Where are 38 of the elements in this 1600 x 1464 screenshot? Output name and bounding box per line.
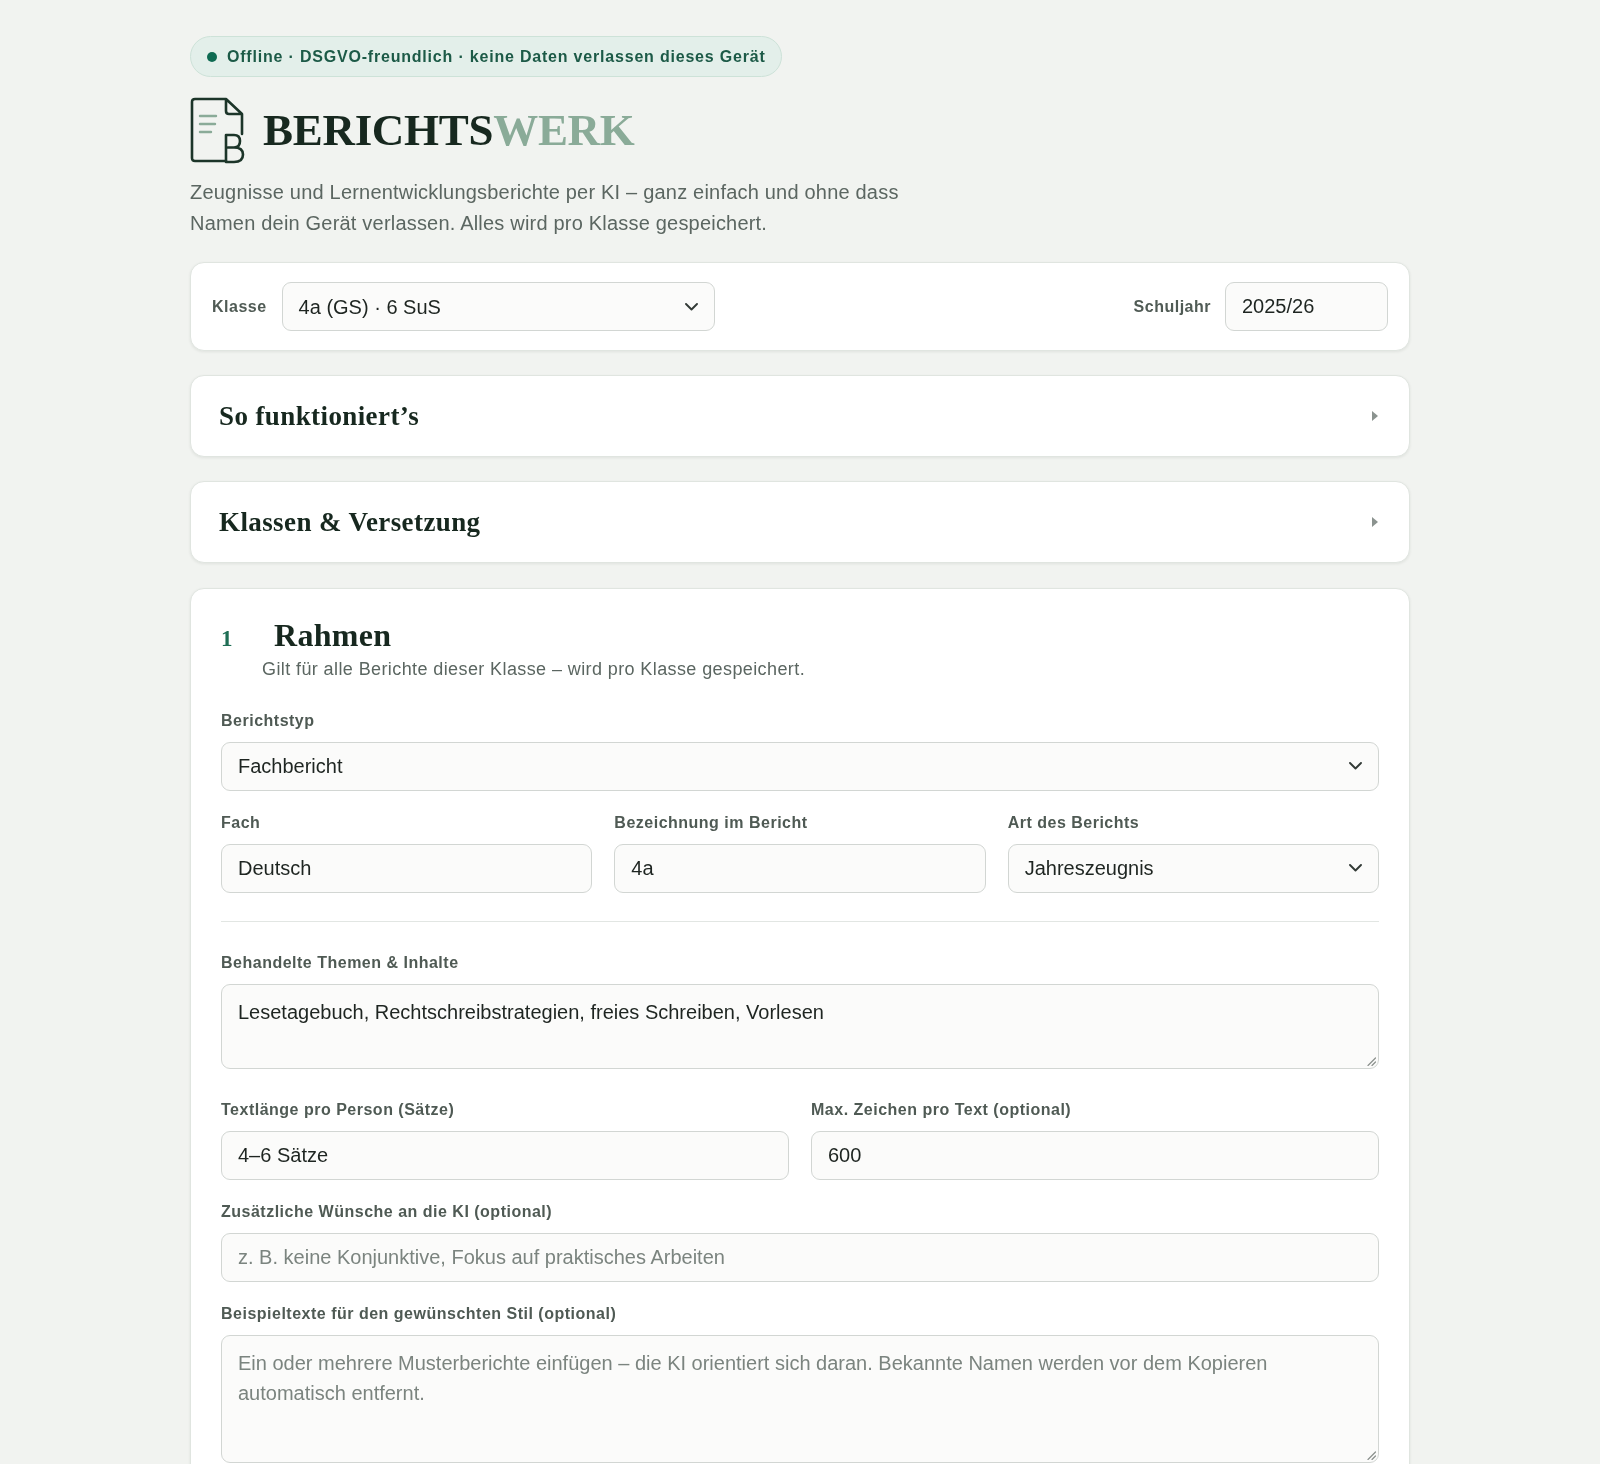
- text-area[interactable]: Ein oder mehrere Musterberichte einfügen – die KI orientiert sich daran. Bekannte Namen werden vor dem Kopieren automatisch entfernt.: [221, 1334, 1379, 1463]
- field-label: Fach: [221, 812, 262, 833]
- step-title: Rahmen: [274, 616, 392, 654]
- field-label: Textlänge pro Person (Sätze): [221, 1099, 456, 1120]
- field-label: Beispieltexte für den gewünschten Stil (optional): [221, 1303, 618, 1324]
- chevron-down-icon: [1349, 762, 1362, 770]
- text-area[interactable]: Lesetagebuch, Rechtschreibstrategien, freies Schreiben, Vorlesen: [221, 983, 1379, 1069]
- app-title: BERICHTSWERK: [263, 108, 635, 153]
- document-logo-icon: [190, 97, 245, 164]
- text-input[interactable]: 600: [811, 1130, 1379, 1180]
- tagline: Zeugnisse und Lernentwicklungsberichte per KI – ganz einfach und ohne dass Namen dein Gerät verlassen. Alles wird pro Klasse gespeichert.: [190, 180, 900, 236]
- status-text: Offline · DSGVO-freundlich · keine Daten verlassen dieses Gerät: [227, 46, 766, 67]
- field-label: Zusätzliche Wünsche an die KI (optional): [221, 1201, 554, 1222]
- school-year-label: Schuljahr: [1133, 296, 1211, 317]
- text-input[interactable]: Deutsch: [221, 843, 593, 893]
- field-label: Max. Zeichen pro Text (optional): [811, 1099, 1073, 1120]
- resize-handle-icon[interactable]: [1367, 1056, 1376, 1066]
- accordion-header[interactable]: Klassen & Versetzung: [190, 481, 1410, 563]
- text-input[interactable]: z. B. keine Konjunktive, Fokus auf praktisches Arbeiten: [221, 1232, 1379, 1282]
- caret-right-icon: [1371, 410, 1379, 422]
- caret-right-icon: [1371, 516, 1379, 528]
- field-label: Bezeichnung im Bericht: [614, 812, 809, 833]
- field-label: Art des Berichts: [1007, 812, 1141, 833]
- class-label: Klasse: [212, 296, 267, 317]
- chevron-down-icon: [684, 302, 698, 311]
- dropdown[interactable]: Jahreszeugnis: [1007, 843, 1379, 893]
- field-label: Behandelte Themen & Inhalte: [221, 952, 460, 973]
- chevron-down-icon: [1349, 864, 1362, 872]
- field-label: Berichtstyp: [221, 710, 316, 731]
- class-dropdown[interactable]: 4a (GS) · 6 SuS: [281, 282, 715, 331]
- step-description: Gilt für alle Berichte dieser Klasse – wird pro Klasse gespeichert.: [262, 657, 807, 681]
- text-input[interactable]: 4–6 Sätze: [221, 1130, 789, 1180]
- text-input[interactable]: 4a: [614, 843, 986, 893]
- accordion-header[interactable]: So funktioniert’s: [190, 375, 1410, 457]
- school-year-input[interactable]: 2025/26: [1225, 282, 1388, 331]
- dropdown[interactable]: Fachbericht: [221, 741, 1379, 791]
- resize-handle-icon[interactable]: [1367, 1450, 1376, 1460]
- step-number: 1: [221, 625, 234, 653]
